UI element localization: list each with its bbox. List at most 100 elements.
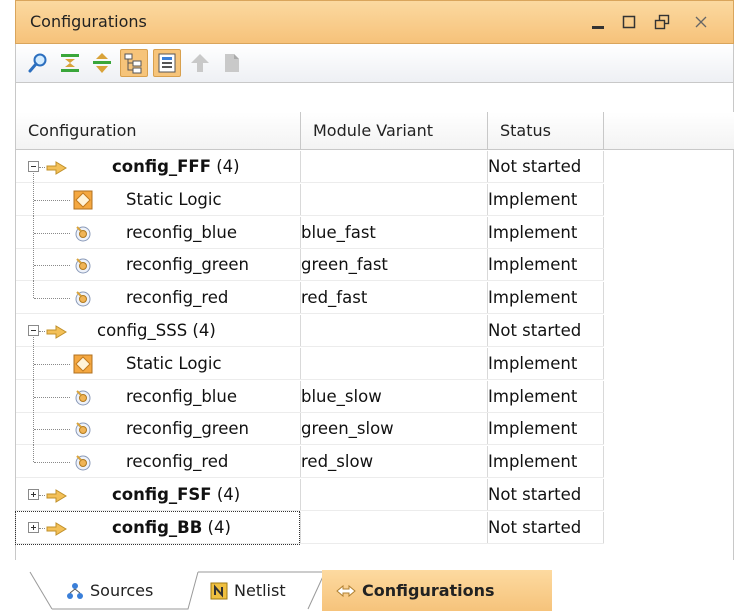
collapse-toggle-icon[interactable]: [28, 161, 39, 172]
collapse-toggle-icon[interactable]: [28, 325, 39, 336]
module-row[interactable]: reconfig_red red_slow Implement: [16, 445, 604, 479]
module-name: Static Logic: [126, 189, 222, 209]
status-cell: Implement: [488, 419, 578, 439]
tree-connector: [34, 298, 70, 300]
module-row[interactable]: Static Logic Implement: [16, 182, 604, 216]
status-cell: Not started: [488, 321, 582, 340]
configuration-count: (4): [202, 517, 231, 537]
column-header-status[interactable]: Status: [488, 112, 604, 150]
tree-connector: [33, 173, 34, 184]
column-header-configuration[interactable]: Configuration: [16, 112, 301, 150]
maximize-icon[interactable]: [616, 9, 642, 35]
status-cell: Not started: [488, 517, 582, 537]
status-cell: Implement: [488, 255, 578, 275]
minimize-icon[interactable]: [585, 9, 611, 35]
partition-icon: [73, 452, 93, 476]
tree-connector: [33, 445, 34, 463]
tree-connector: [34, 396, 70, 398]
configuration-row[interactable]: config_BB (4) Not started: [15, 510, 604, 545]
configurations-window: Configurations Configuration Module Vari…: [0, 0, 734, 611]
configuration-cell: config_FFF (4): [112, 151, 240, 183]
reference-icon[interactable]: [218, 49, 246, 77]
partition-icon: [73, 419, 93, 443]
configuration-name: config_BB: [112, 517, 203, 537]
table-header: Configuration Module Variant Status: [16, 112, 734, 150]
configuration-row[interactable]: config_SSS (4) Not started: [16, 315, 604, 347]
module-name: reconfig_green: [126, 255, 249, 275]
module-row[interactable]: reconfig_red red_fast Implement: [16, 281, 604, 315]
module-name: reconfig_blue: [126, 386, 237, 406]
tree-connector: [34, 199, 70, 201]
status-cell: Implement: [488, 288, 578, 308]
tree-connector: [34, 232, 70, 234]
panel-title-bar[interactable]: Configurations: [15, 0, 734, 44]
tab-netlist[interactable]: Netlist: [210, 570, 286, 611]
sources-icon: [66, 582, 84, 600]
configuration-row[interactable]: config_FSF (4) Not started: [16, 479, 604, 511]
search-icon[interactable]: [24, 49, 52, 77]
status-cell: Implement: [488, 222, 578, 242]
toolbar: [15, 44, 734, 82]
static-logic-icon: [73, 190, 93, 214]
tab-configurations-label: Configurations: [362, 581, 495, 600]
configuration-name: config_SSS: [97, 321, 188, 340]
bottom-tab-bar: Sources Netlist Configurations: [0, 570, 734, 611]
promote-icon[interactable]: [186, 49, 214, 77]
static-logic-icon: [73, 354, 93, 378]
configuration-arrow-icon: [46, 324, 68, 343]
status-cell: Implement: [488, 189, 578, 209]
tab-netlist-label: Netlist: [234, 581, 286, 600]
configuration-row[interactable]: config_FFF (4) Not started: [16, 151, 604, 183]
module-name: reconfig_red: [126, 288, 229, 308]
expand-toggle-icon[interactable]: [28, 489, 39, 500]
status-cell: Not started: [488, 157, 582, 176]
module-row[interactable]: reconfig_blue blue_fast Implement: [16, 215, 604, 249]
group-by-icon[interactable]: [153, 49, 181, 77]
configuration-count: (4): [187, 321, 216, 340]
netlist-icon: [210, 582, 228, 600]
configurations-table: Configuration Module Variant Status conf…: [15, 82, 734, 560]
configuration-name: config_FFF: [112, 157, 211, 176]
module-row[interactable]: reconfig_green green_fast Implement: [16, 248, 604, 282]
partition-icon: [73, 288, 93, 312]
module-name: reconfig_red: [126, 452, 229, 472]
module-name: Static Logic: [126, 353, 222, 373]
configuration-cell: config_SSS (4): [97, 315, 216, 347]
configuration-name: config_FSF: [112, 485, 212, 504]
tree-connector: [39, 331, 45, 332]
module-variant-cell: blue_fast: [301, 222, 376, 242]
configuration-cell: config_BB (4): [15, 510, 300, 545]
expand-all-icon[interactable]: [88, 49, 116, 77]
tree-connector: [34, 265, 70, 267]
partition-icon: [73, 223, 93, 247]
module-variant-cell: red_fast: [301, 288, 368, 308]
status-cell: Implement: [488, 353, 578, 373]
tree-connector: [33, 281, 34, 299]
module-variant-cell: red_slow: [301, 452, 374, 472]
module-row[interactable]: Static Logic Implement: [16, 346, 604, 380]
module-variant-cell: green_slow: [301, 419, 394, 439]
configurations-icon: [336, 584, 356, 598]
configuration-arrow-icon: [46, 488, 68, 507]
column-header-module-variant[interactable]: Module Variant: [301, 112, 488, 150]
restore-icon[interactable]: [649, 9, 675, 35]
module-row[interactable]: reconfig_blue blue_slow Implement: [16, 379, 604, 413]
module-name: reconfig_blue: [126, 222, 237, 242]
configuration-cell: config_FSF (4): [112, 479, 240, 511]
tree-connector: [39, 167, 45, 168]
status-cell: Implement: [488, 386, 578, 406]
tree-connector: [34, 429, 70, 431]
tab-sources-label: Sources: [90, 581, 154, 600]
partition-icon: [73, 255, 93, 279]
tab-configurations[interactable]: Configurations: [322, 570, 552, 611]
tree-connector: [33, 337, 34, 348]
close-icon[interactable]: [688, 9, 714, 35]
configuration-arrow-icon: [46, 160, 68, 179]
tab-sources[interactable]: Sources: [66, 570, 153, 611]
panel-title: Configurations: [30, 12, 147, 31]
module-row[interactable]: reconfig_green green_slow Implement: [16, 412, 604, 446]
collapse-all-icon[interactable]: [56, 49, 84, 77]
tree-connector: [39, 495, 45, 496]
show-hierarchy-icon[interactable]: [120, 49, 148, 77]
status-cell: Not started: [488, 485, 582, 504]
